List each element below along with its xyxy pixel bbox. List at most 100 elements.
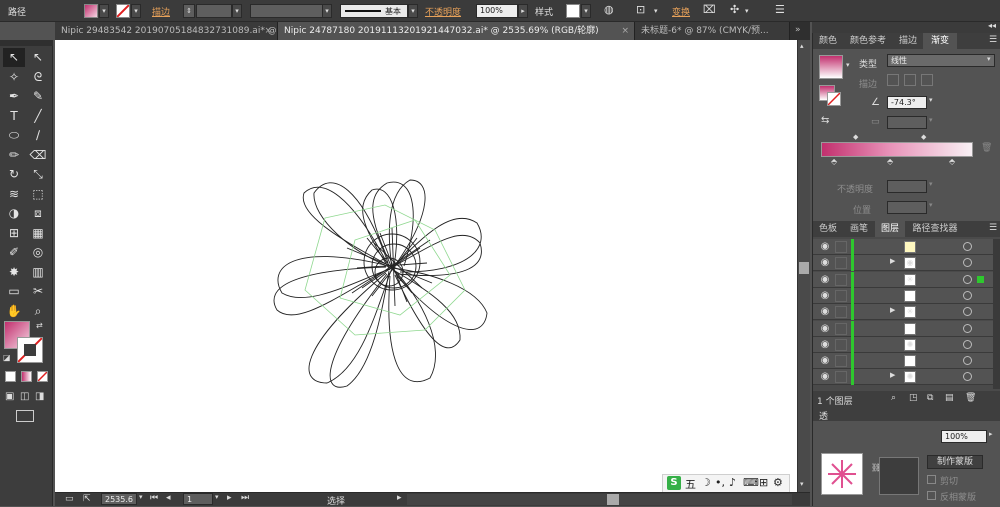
- tab-stroke[interactable]: 描边: [893, 33, 923, 49]
- pen-tool[interactable]: ✒: [3, 87, 25, 106]
- lasso-tool[interactable]: ᘓ: [27, 68, 49, 87]
- fill-swatch[interactable]: [84, 4, 98, 18]
- lock-toggle[interactable]: [835, 306, 847, 319]
- stroke-along-icon[interactable]: [904, 74, 916, 86]
- variable-width-profile[interactable]: [250, 4, 330, 18]
- arrange-dropdown-icon[interactable]: ▾: [745, 7, 749, 15]
- draw-behind-icon[interactable]: ◫: [20, 391, 29, 402]
- vertical-scrollbar[interactable]: ▴ ▾: [797, 40, 810, 492]
- stop-opacity-dropdown[interactable]: ▾: [929, 180, 933, 188]
- symbol-sprayer-tool[interactable]: ✸: [3, 263, 25, 282]
- visibility-eye-icon[interactable]: ◉: [818, 289, 832, 303]
- scroll-thumb[interactable]: [799, 262, 809, 274]
- new-layer-icon[interactable]: ▤: [945, 393, 954, 403]
- zoom-field[interactable]: 2535.6: [101, 493, 137, 505]
- profile-dropdown[interactable]: ▾: [322, 4, 332, 18]
- layer-row[interactable]: ◉: [813, 239, 1000, 255]
- opacity-label[interactable]: 不透明度: [425, 5, 461, 18]
- lock-toggle[interactable]: [835, 355, 847, 368]
- layer-row[interactable]: ◉ ▶ ✺: [813, 369, 1000, 386]
- expand-arrow-icon[interactable]: ▶: [890, 371, 895, 379]
- transform-label[interactable]: 变换: [672, 5, 690, 18]
- gradient-stop-3[interactable]: ⬘: [949, 157, 955, 166]
- visibility-eye-icon[interactable]: ◉: [818, 338, 832, 352]
- gradient-tool[interactable]: ▦: [27, 224, 49, 243]
- selection-tool[interactable]: ↖: [3, 48, 25, 67]
- slice-tool[interactable]: ✂: [27, 282, 49, 301]
- aspect-dropdown-icon[interactable]: ▾: [929, 116, 933, 124]
- export-icon[interactable]: ⇱: [83, 494, 91, 504]
- transparency-opacity-field[interactable]: 100%: [941, 430, 987, 443]
- align-icon[interactable]: ⊡: [636, 3, 645, 16]
- align-dropdown-icon[interactable]: ▾: [654, 7, 658, 15]
- opacity-field[interactable]: 100%: [476, 4, 518, 18]
- keyboard-icon[interactable]: ⌨: [743, 476, 759, 489]
- angle-field[interactable]: -74.3°: [887, 96, 927, 109]
- gradient-dropdown-icon[interactable]: ▾: [846, 61, 850, 69]
- collapse-panels-icon[interactable]: ◂◂: [988, 21, 996, 30]
- width-tool[interactable]: ≋: [3, 185, 25, 204]
- stop-opacity-field[interactable]: [887, 180, 927, 193]
- ellipse-tool[interactable]: ⬭: [3, 126, 25, 145]
- status-menu-icon[interactable]: ▸: [397, 493, 402, 503]
- stroke-swatch[interactable]: [116, 4, 130, 18]
- opacity-dropdown[interactable]: ▸: [518, 4, 528, 18]
- make-mask-button[interactable]: 制作蒙版: [927, 455, 983, 469]
- artboard-nav-icon[interactable]: ▭: [65, 494, 74, 504]
- hand-tool[interactable]: ✋: [3, 302, 25, 321]
- arrange-icon[interactable]: ✣: [730, 3, 739, 16]
- artboard-dropdown[interactable]: ▾: [215, 493, 219, 501]
- stop-location-field[interactable]: [887, 201, 927, 214]
- column-graph-tool[interactable]: ▥: [27, 263, 49, 282]
- draw-inside-icon[interactable]: ◨: [35, 391, 44, 402]
- tabs-overflow-icon[interactable]: »: [795, 25, 801, 35]
- midpoint-marker-2[interactable]: ◆: [921, 133, 926, 141]
- midpoint-marker-1[interactable]: ◆: [853, 133, 858, 141]
- stroke-weight-field[interactable]: [196, 4, 232, 18]
- make-clipping-mask-icon[interactable]: ◳: [909, 393, 918, 403]
- gradient-mode-icon[interactable]: [21, 371, 32, 382]
- brush-definition[interactable]: 基本: [340, 4, 408, 18]
- stroke-label[interactable]: 描边: [152, 5, 170, 18]
- lock-toggle[interactable]: [835, 289, 847, 302]
- lock-toggle[interactable]: [835, 241, 847, 253]
- layers-scrollbar[interactable]: [993, 239, 1000, 389]
- expand-arrow-icon[interactable]: ▶: [890, 257, 895, 265]
- paintbrush-tool[interactable]: ∕: [27, 126, 49, 145]
- artboard-field[interactable]: 1: [183, 493, 213, 505]
- fill-dropdown[interactable]: ▾: [99, 4, 109, 18]
- style-dropdown[interactable]: ▾: [581, 4, 591, 18]
- visibility-eye-icon[interactable]: ◉: [818, 370, 832, 384]
- brush-dropdown[interactable]: ▾: [408, 4, 418, 18]
- close-icon[interactable]: ×: [264, 22, 272, 40]
- default-fill-stroke-icon[interactable]: ◪: [3, 353, 11, 362]
- layer-row[interactable]: ◉ ✳: [813, 271, 1000, 288]
- tab-brushes[interactable]: 画笔: [843, 221, 875, 237]
- stroke-across-icon[interactable]: [921, 74, 933, 86]
- gradient-stop-1[interactable]: ⬘: [831, 157, 837, 166]
- mask-thumbnail[interactable]: [879, 457, 919, 495]
- settings-icon[interactable]: ⚙: [773, 476, 783, 489]
- target-circle-icon[interactable]: [963, 323, 972, 333]
- shape-builder-tool[interactable]: ◑: [3, 204, 25, 223]
- target-circle-icon[interactable]: [963, 307, 972, 317]
- first-artboard-icon[interactable]: ⏮: [150, 493, 158, 503]
- stroke-gradient-box[interactable]: [827, 92, 841, 106]
- lock-toggle[interactable]: [835, 257, 847, 270]
- eraser-tool[interactable]: ⌫: [27, 146, 49, 165]
- color-mode-icon[interactable]: [5, 371, 16, 382]
- ime-toolbar[interactable]: S 五 ☽ •, ♪ ⌨ ⊞ ⚙: [662, 474, 790, 493]
- locate-object-icon[interactable]: ⌕: [891, 393, 896, 403]
- aspect-field[interactable]: [887, 116, 927, 129]
- visibility-eye-icon[interactable]: ◉: [818, 273, 832, 287]
- gradient-type-select[interactable]: 线性: [887, 54, 995, 67]
- tab-pathfinder[interactable]: 路径查找器: [905, 221, 965, 237]
- curvature-tool[interactable]: ✎: [27, 87, 49, 106]
- tab-swatches[interactable]: 色板: [813, 221, 843, 237]
- layer-row[interactable]: ◉ ▶ ◉: [813, 255, 1000, 272]
- panel-menu-icon[interactable]: ☰: [989, 223, 997, 233]
- next-artboard-icon[interactable]: ▸: [227, 493, 232, 503]
- perspective-tool[interactable]: ⧈: [27, 204, 49, 223]
- stroke-dropdown[interactable]: ▾: [131, 4, 141, 18]
- style-swatch[interactable]: [566, 4, 580, 18]
